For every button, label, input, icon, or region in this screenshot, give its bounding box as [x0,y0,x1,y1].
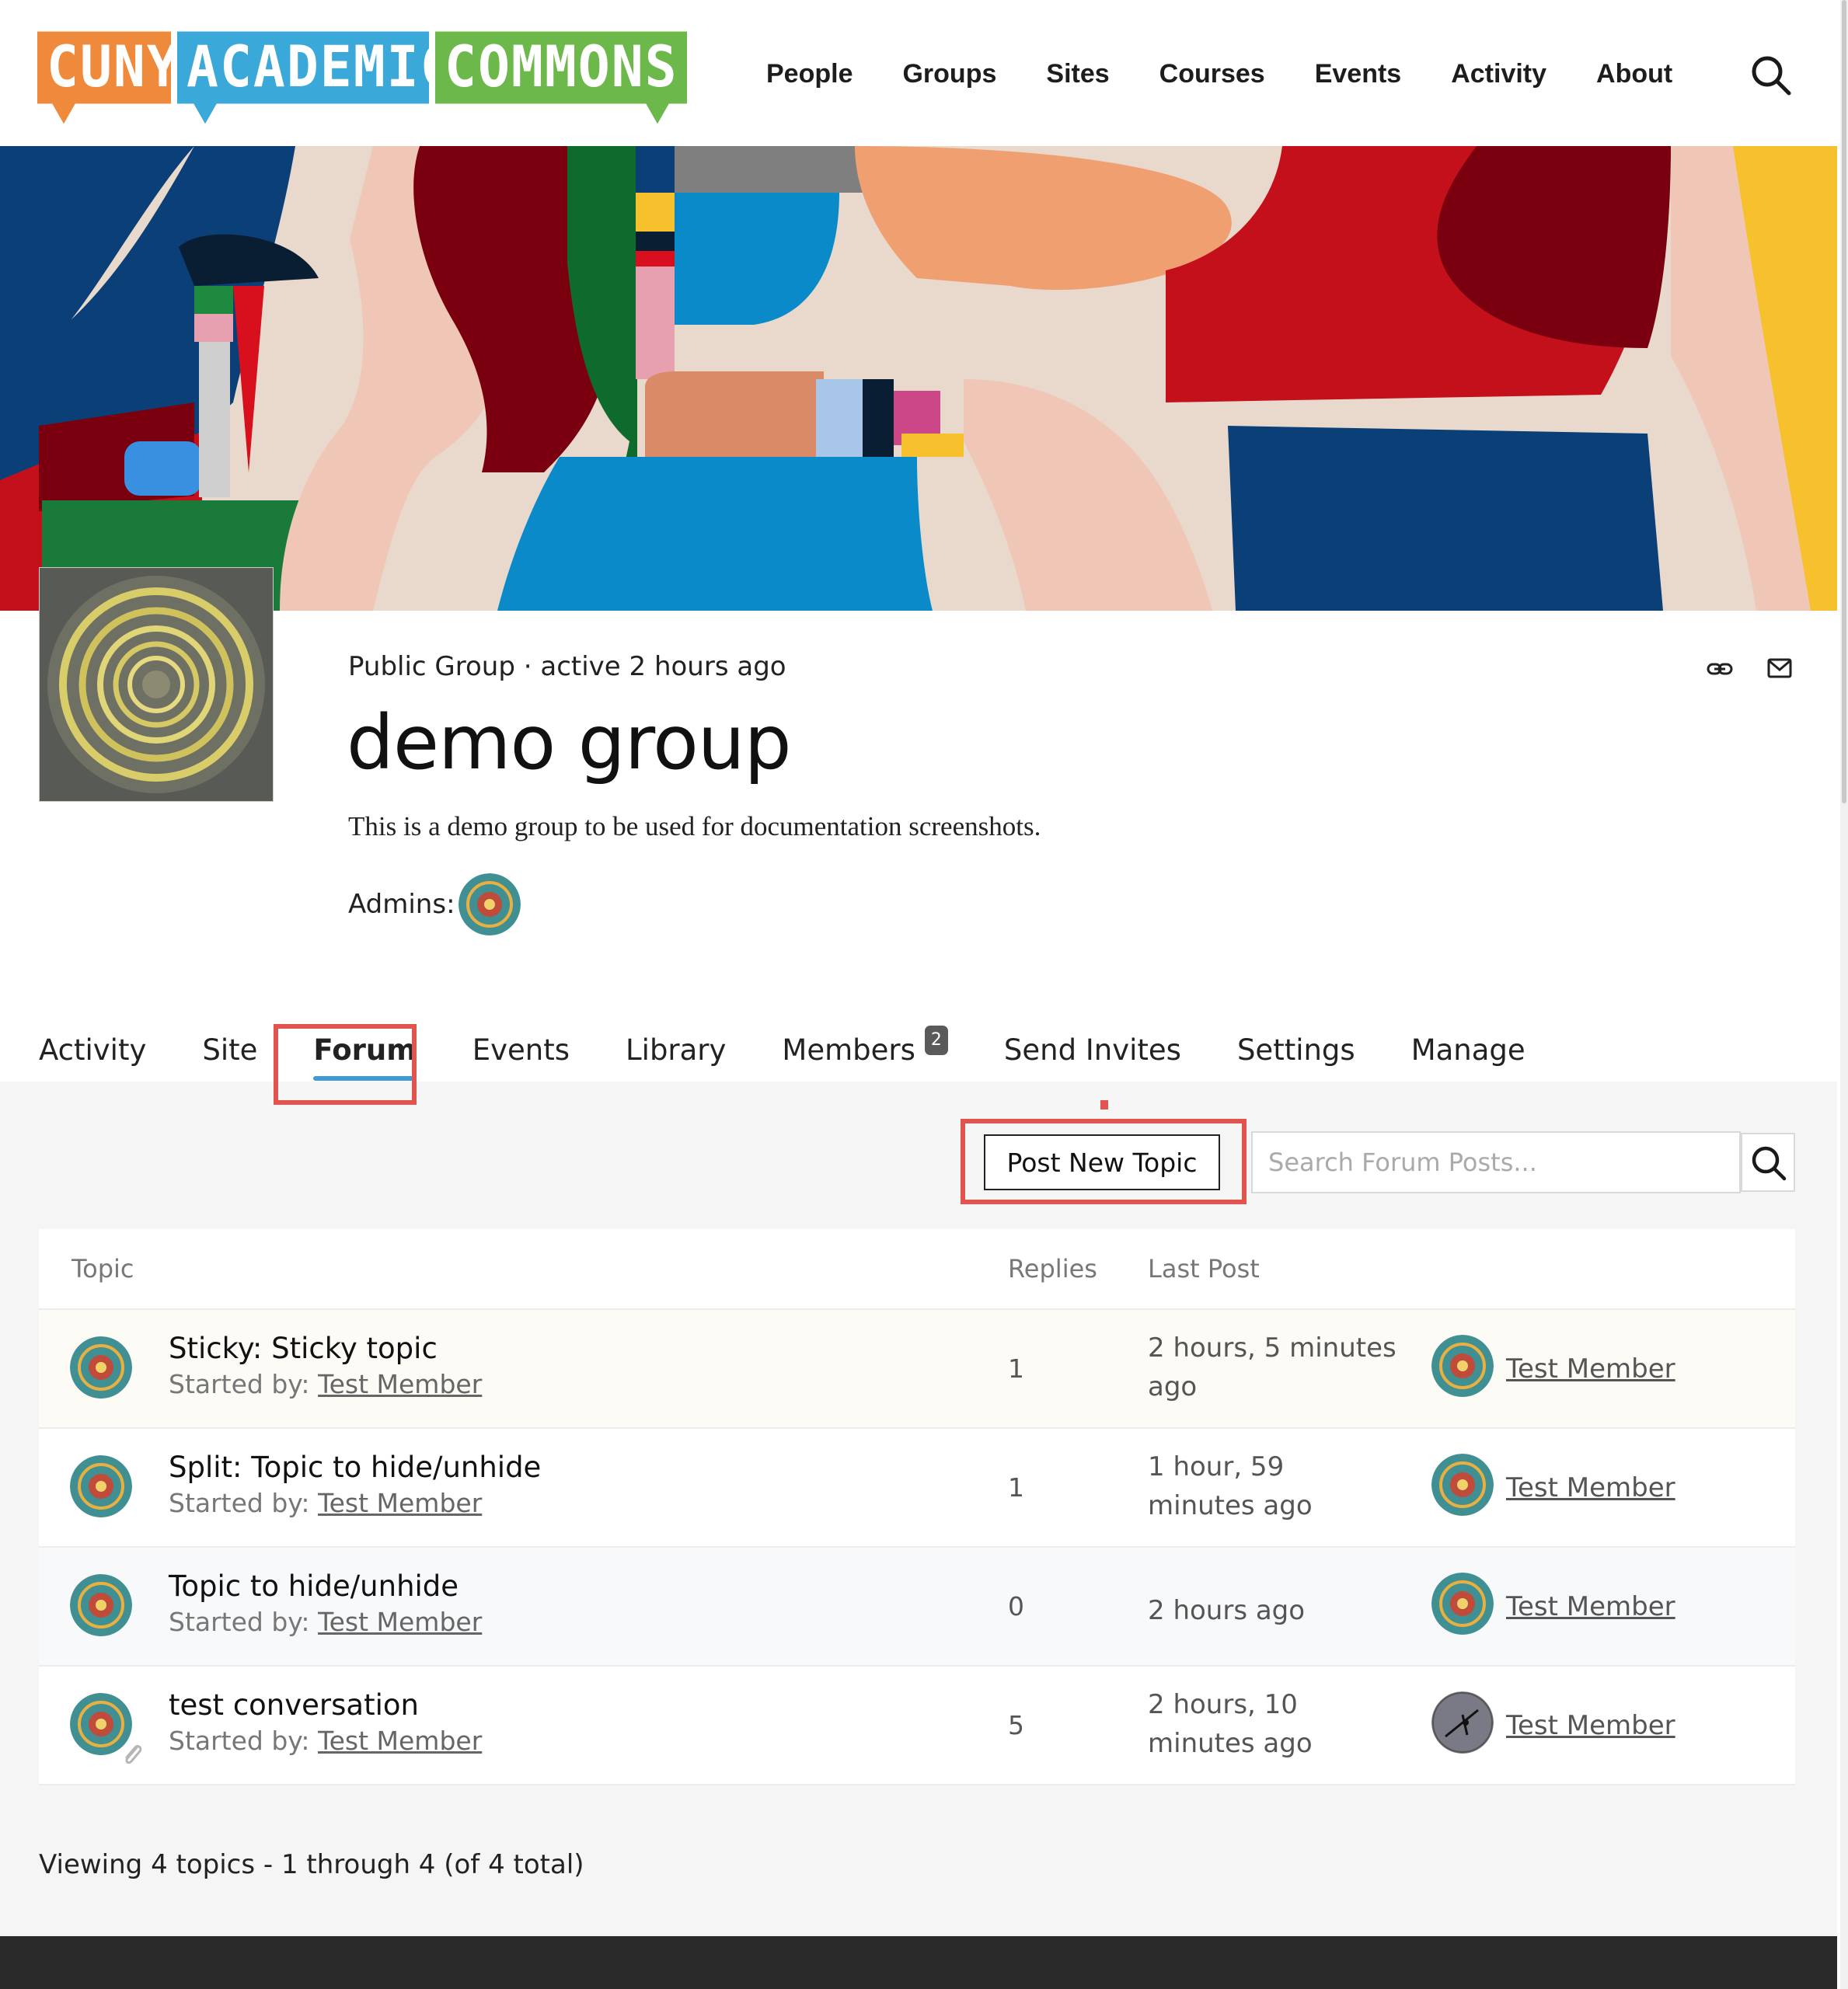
author-link[interactable]: Test Member [318,1488,482,1518]
topic-title-link[interactable]: test conversation [169,1688,419,1722]
table-row: Sticky: Sticky topic Started by: Test Me… [39,1310,1795,1429]
last-poster-link[interactable]: Test Member [1506,1472,1675,1503]
tab-activity[interactable]: Activity [39,1033,146,1067]
group-tabs: Activity Site Forum Events Library Membe… [39,1026,1581,1081]
reply-count: 1 [1008,1353,1024,1384]
tab-members-label: Members [782,1033,915,1067]
admins-label: Admins: [348,889,455,920]
last-poster-avatar[interactable] [1431,1573,1494,1635]
tab-manage[interactable]: Manage [1411,1033,1525,1067]
author-link[interactable]: Test Member [318,1726,482,1756]
author-link[interactable]: Test Member [318,1607,482,1637]
nav-people[interactable]: People [766,59,853,89]
started-by: Started by: Test Member [169,1607,482,1637]
scrollbar-thumb[interactable] [1842,0,1846,803]
group-description: This is a demo group to be used for docu… [348,811,1041,841]
forum-search-field [1251,1131,1741,1193]
admin-avatar[interactable] [459,873,521,935]
last-post-time[interactable]: 1 hour, 59 minutes ago [1148,1447,1396,1525]
last-post-time[interactable]: 2 hours, 5 minutes ago [1148,1329,1396,1406]
last-poster-link[interactable]: Test Member [1506,1591,1675,1622]
last-post-time[interactable]: 2 hours, 10 minutes ago [1148,1685,1396,1763]
search-icon [1752,1146,1787,1181]
col-replies: Replies [1008,1254,1097,1284]
forum-search-button[interactable] [1741,1133,1795,1192]
paperclip-icon [125,1745,142,1764]
started-by: Started by: Test Member [169,1369,482,1399]
started-by: Started by: Test Member [169,1726,482,1756]
search-icon[interactable] [1750,54,1792,96]
main-nav: People Groups Sites Courses Events Activ… [766,59,1722,89]
author-link[interactable]: Test Member [318,1369,482,1399]
tab-site[interactable]: Site [202,1033,257,1067]
topic-title-link[interactable]: Split: Topic to hide/unhide [169,1451,541,1484]
forum-search-input[interactable] [1253,1133,1736,1192]
col-last-post: Last Post [1148,1254,1260,1284]
logo-part-cuny: CUNY [37,31,179,124]
group-title: demo group [347,699,792,786]
group-avatar[interactable] [39,567,274,802]
col-topic: Topic [71,1254,134,1284]
topic-title-link[interactable]: Sticky: Sticky topic [169,1332,438,1365]
pagination-summary: Viewing 4 topics - 1 through 4 (of 4 tot… [39,1849,584,1880]
nav-groups[interactable]: Groups [902,59,996,89]
logo-part-academic: ACADEMIC [177,31,452,124]
last-poster-link[interactable]: Test Member [1506,1710,1675,1741]
tab-library[interactable]: Library [626,1033,726,1067]
topic-title-link[interactable]: Topic to hide/unhide [169,1569,459,1603]
last-poster-link[interactable]: Test Member [1506,1353,1675,1385]
last-poster-avatar[interactable] [1431,1454,1494,1516]
author-avatar[interactable] [70,1336,132,1399]
tab-members[interactable]: Members 2 [782,1026,948,1067]
nav-activity[interactable]: Activity [1451,59,1546,89]
tab-events[interactable]: Events [472,1033,570,1067]
post-topic-highlight [961,1119,1247,1204]
forum-topics-table: Topic Replies Last Post Sticky: Sticky t… [39,1229,1795,1785]
nav-sites[interactable]: Sites [1046,59,1109,89]
logo-part-commons: COMMONS [435,31,687,124]
site-footer [0,1936,1837,1989]
reply-count: 0 [1008,1591,1024,1622]
last-poster-avatar[interactable] [1431,1335,1494,1397]
started-by-label: Started by: [169,1369,310,1399]
site-header: CUNY ACADEMIC COMMONS People Groups Site… [0,0,1837,146]
reply-count: 5 [1008,1710,1024,1740]
forum-tab-highlight [274,1024,417,1105]
author-avatar[interactable] [70,1574,132,1636]
group-cover-image [0,146,1837,611]
group-meta: Public Group · active 2 hours ago [348,651,786,682]
last-post-time[interactable]: 2 hours ago [1148,1591,1396,1630]
reply-count: 1 [1008,1472,1024,1503]
started-by: Started by: Test Member [169,1488,482,1518]
mail-icon[interactable] [1767,657,1792,679]
table-row: Split: Topic to hide/unhide Started by: … [39,1429,1795,1548]
nav-about[interactable]: About [1596,59,1672,89]
started-by-label: Started by: [169,1488,310,1518]
table-header: Topic Replies Last Post [39,1229,1795,1310]
last-poster-avatar[interactable] [1431,1691,1494,1754]
table-row: test conversation Started by: Test Membe… [39,1667,1795,1785]
members-count-badge: 2 [924,1026,948,1055]
annotation-marker [1100,1100,1108,1109]
tab-send-invites[interactable]: Send Invites [1004,1033,1181,1067]
table-row: Topic to hide/unhide Started by: Test Me… [39,1548,1795,1667]
started-by-label: Started by: [169,1726,310,1756]
author-avatar[interactable] [70,1455,132,1517]
nav-events[interactable]: Events [1315,59,1402,89]
link-icon[interactable] [1707,656,1733,682]
tab-settings[interactable]: Settings [1237,1033,1355,1067]
cuny-academic-commons-logo[interactable]: CUNY ACADEMIC COMMONS [37,31,687,124]
started-by-label: Started by: [169,1607,310,1637]
nav-courses[interactable]: Courses [1159,59,1265,89]
